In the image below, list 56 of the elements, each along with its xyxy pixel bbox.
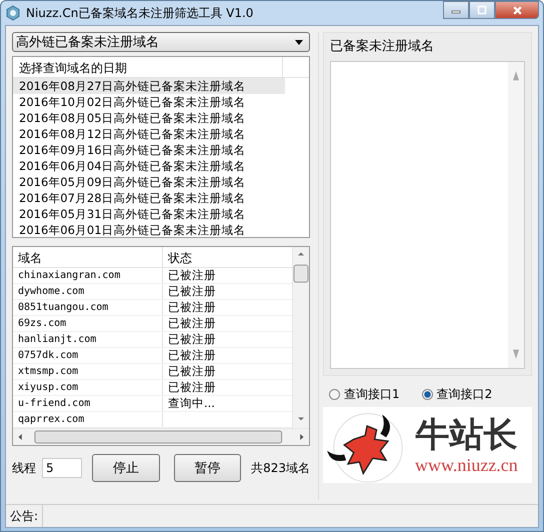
api-radio[interactable]: 查询接口2 [422, 386, 492, 403]
stop-button[interactable]: 停止 [92, 454, 160, 482]
column-header[interactable]: 选择查询域名的日期 [13, 57, 283, 77]
minimize-button[interactable] [443, 1, 469, 19]
domain-cell: dywhome.com [13, 284, 163, 299]
status-cell-text: 已被注册 [167, 316, 217, 331]
caret-icon [295, 40, 303, 44]
column-header[interactable]: 状态 [163, 247, 292, 267]
logo-url: www.niuzz.cn [415, 454, 518, 476]
maximize-button[interactable] [469, 1, 495, 19]
logo-name: 牛站长 [415, 414, 518, 454]
date-list-item[interactable]: 2016年08月05日高外链已备案未注册域名 [13, 110, 285, 126]
threads-label: 线程 [12, 460, 36, 476]
date-list-item[interactable]: 2016年06月01日高外链已备案未注册域名 [13, 222, 285, 238]
threads-field[interactable]: 5 [42, 458, 82, 478]
vertical-scrollbar[interactable] [292, 247, 309, 428]
date-list-item[interactable]: 2016年05月31日高外链已备案未注册域名 [13, 206, 285, 222]
result-field[interactable] [330, 61, 525, 369]
close-icon [512, 4, 522, 16]
status-cell-text: 查询中... [167, 396, 216, 411]
app-icon [5, 5, 21, 21]
status-cell-text: 已被注册 [167, 284, 217, 299]
window-title: Niuzz.Cn已备案域名未注册筛选工具 V1.0 [26, 4, 254, 22]
date-list-item[interactable]: 2016年07月28日高外链已备案未注册域名 [13, 190, 285, 206]
pause-button[interactable]: 暂停 [174, 454, 242, 482]
category-dropdown[interactable]: 高外链已备案未注册域名 [12, 32, 310, 52]
domain-cell: chinaxiangran.com [13, 268, 163, 283]
status-cell-text: 已被注册 [167, 332, 217, 347]
status-cell-text: 已被注册 [167, 348, 217, 363]
domain-cell: 69zs.com [13, 316, 163, 331]
status-cell-text: 已被注册 [167, 300, 217, 315]
maximize-icon [477, 5, 487, 15]
close-button[interactable] [495, 1, 539, 19]
result-label: 已备案未注册域名 [330, 38, 435, 55]
total-count: 共823域名 [251, 460, 310, 476]
status-cell-text: 已被注册 [167, 364, 217, 379]
vertical-scrollbar[interactable] [508, 62, 524, 368]
domain-cell: hanlianjt.com [13, 332, 163, 347]
date-list-item[interactable]: 2016年06月04日高外链已备案未注册域名 [13, 158, 285, 174]
notice-label: 公告: [9, 508, 40, 524]
horizontal-scrollbar[interactable] [13, 428, 309, 445]
date-list-item[interactable]: 2016年05月09日高外链已备案未注册域名 [13, 174, 285, 190]
domain-cell: u-friend.com [13, 396, 163, 411]
date-list-item[interactable]: 2016年08月12日高外链已备案未注册域名 [13, 126, 285, 142]
status-cell-text: 已被注册 [167, 380, 217, 395]
date-list-item[interactable]: 2016年09月16日高外链已备案未注册域名 [13, 142, 285, 158]
domain-cell: xtmsmp.com [13, 364, 163, 379]
domain-cell: 0757dk.com [13, 348, 163, 363]
status-cell-text: 已被注册 [167, 268, 217, 283]
date-list-item[interactable]: 2016年08月27日高外链已备案未注册域名 [13, 78, 285, 94]
column-header[interactable]: 域名 [13, 247, 163, 267]
domain-cell: xiyusp.com [13, 380, 163, 395]
date-list-item[interactable]: 2016年10月02日高外链已备案未注册域名 [13, 94, 285, 110]
domain-cell: qaprrex.com [13, 412, 163, 427]
api-radio[interactable]: 查询接口1 [329, 386, 400, 403]
domain-cell: 0851tuangou.com [13, 300, 163, 315]
